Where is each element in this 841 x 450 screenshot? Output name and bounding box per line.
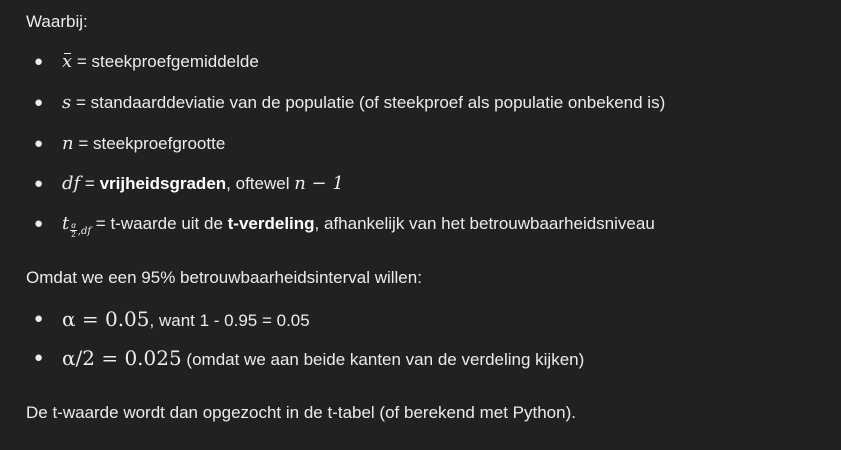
math-n: n <box>62 133 74 154</box>
df-text-post: , oftewel <box>226 174 295 193</box>
chat-message-content: Waarbij: ● x = steekproefgemiddelde ● s … <box>0 0 841 450</box>
bullet: ● <box>34 94 44 111</box>
t-bold-term: t-verdeling <box>227 214 315 233</box>
bullet: ● <box>34 135 44 152</box>
math-n-minus-1: n − 1 <box>294 173 344 194</box>
list-item-text: n = steekproefgrootte <box>62 133 225 155</box>
t-text-pre: = t-waarde uit de <box>91 214 228 233</box>
list-item-text: s = standaarddeviatie van de populatie (… <box>62 92 665 114</box>
math-t: t <box>62 213 70 234</box>
alpha-half-explanation: (omdat we aan beide kanten van de verdel… <box>181 350 585 369</box>
intro-text: Waarbij: <box>26 12 88 31</box>
bullet: ● <box>34 175 44 192</box>
bullet: ● <box>34 215 44 232</box>
bullet: ● <box>34 349 44 366</box>
math-xbar: x <box>62 51 73 72</box>
list-item-text: α = 0.05, want 1 - 0.95 = 0.05 <box>62 308 310 332</box>
df-equals: = <box>80 174 100 193</box>
math-fraction-alpha-over-2: α2 <box>70 222 77 239</box>
bullet: ● <box>34 310 44 327</box>
alpha-explanation: , want 1 - 0.95 = 0.05 <box>149 311 310 330</box>
math-alpha-equation: α = 0.05 <box>62 307 150 331</box>
fraction-denominator: 2 <box>71 230 76 239</box>
list-item-text: α/2 = 0.025 (omdat we aan beide kanten v… <box>62 347 584 371</box>
list-item-text: t α 2 ,df = t-waarde uit de t-verdeling, af… <box>62 213 655 239</box>
n-description: = steekproefgrootte <box>73 134 226 153</box>
s-description: = standaarddeviatie van de populatie (of… <box>71 93 666 112</box>
list-item-text: df = vrijheidsgraden, oftewel n − 1 <box>62 173 344 195</box>
math-df: df <box>62 173 81 194</box>
bullet: ● <box>34 53 44 70</box>
list-item-text: x = steekproefgemiddelde <box>62 51 259 73</box>
math-s: s <box>62 92 72 113</box>
df-bold-term: vrijheidsgraden <box>99 174 227 193</box>
paragraph-confidence: Omdat we een 95% betrouwbaarheidsinterva… <box>26 268 422 287</box>
xbar-description: = steekproefgemiddelde <box>72 52 259 71</box>
t-text-post: , afhankelijk van het betrouwbaarheidsni… <box>314 214 655 233</box>
math-alpha-half-equation: α/2 = 0.025 <box>62 346 182 370</box>
paragraph-lookup: De t-waarde wordt dan opgezocht in de t-… <box>26 403 576 422</box>
math-sub-df: ,df <box>77 226 92 237</box>
